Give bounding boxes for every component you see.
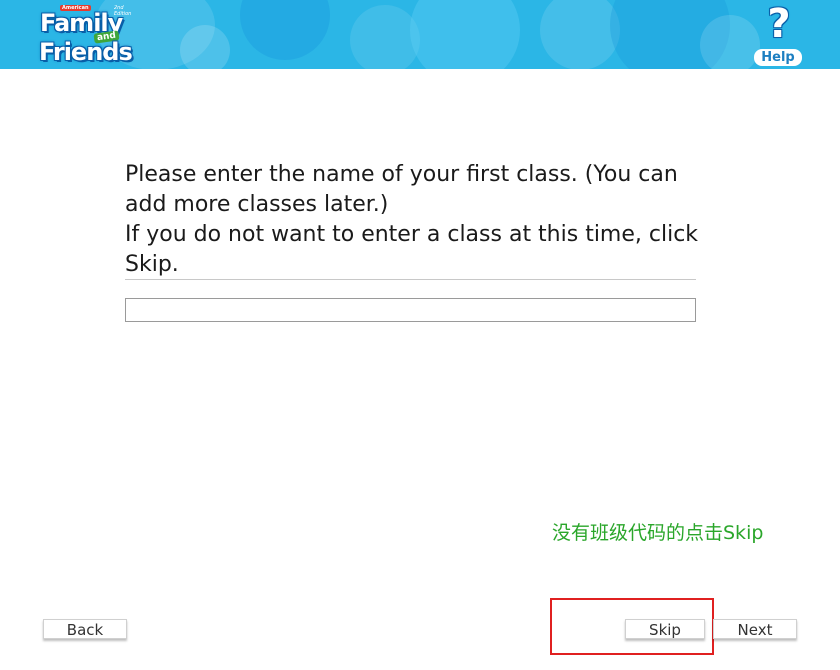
logo-word-friends: Friends (39, 38, 133, 66)
header-bubble (240, 0, 330, 60)
family-and-friends-logo: American 2nd Edition Family and Friends (38, 2, 134, 68)
skip-button[interactable]: Skip (625, 619, 705, 639)
class-prompt: Please enter the name of your first clas… (125, 160, 700, 280)
header-bubble (540, 0, 620, 69)
back-button[interactable]: Back (43, 619, 127, 639)
question-mark-icon: ? (767, 1, 791, 47)
help-button[interactable]: ? Help (752, 2, 806, 68)
help-label: Help (754, 49, 802, 66)
header-bubble (180, 25, 230, 69)
header-bubble (700, 15, 760, 69)
app-header: American 2nd Edition Family and Friends … (0, 0, 840, 69)
divider (125, 279, 696, 280)
prompt-line-2: If you do not want to enter a class at t… (125, 222, 699, 277)
skip-hint-annotation: 没有班级代码的点击Skip (552, 522, 764, 544)
header-bubble (410, 0, 520, 69)
prompt-line-1: Please enter the name of your first clas… (125, 162, 678, 217)
next-button[interactable]: Next (713, 619, 797, 639)
class-name-input[interactable] (125, 298, 696, 322)
